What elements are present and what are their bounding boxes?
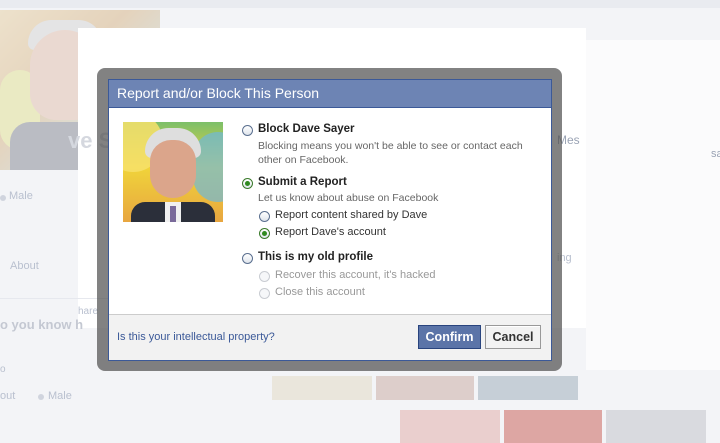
thumbnail: [606, 410, 706, 443]
background-small-o: o: [0, 364, 6, 375]
background-right-column: [586, 40, 720, 370]
option-old-profile-label[interactable]: This is my old profile: [258, 251, 373, 263]
dialog-body: Block Dave Sayer Blocking means you won'…: [109, 108, 551, 315]
suboption-recover-account-label: Recover this account, it's hacked: [275, 269, 436, 281]
option-submit-report-description: Let us know about abuse on Facebook: [258, 192, 439, 204]
option-block-description: Blocking means you won't be able to see …: [258, 140, 523, 166]
suboption-report-content-label[interactable]: Report content shared by Dave: [275, 209, 427, 221]
male-icon: [38, 394, 44, 400]
background-about-link: About: [10, 260, 39, 272]
suboption-close-account-label: Close this account: [275, 286, 365, 298]
report-block-dialog: Report and/or Block This Person Block Da…: [108, 79, 552, 361]
dialog-title: Report and/or Block This Person: [109, 80, 551, 108]
option-block-label[interactable]: Block Dave Sayer: [258, 123, 355, 135]
thumbnail: [504, 410, 602, 443]
thumbnail: [272, 376, 372, 400]
intellectual-property-link[interactable]: Is this your intellectual property?: [117, 331, 275, 343]
confirm-button[interactable]: Confirm: [418, 325, 481, 349]
background-out-text: out: [0, 390, 16, 402]
radio-block[interactable]: [242, 125, 253, 136]
radio-old-profile[interactable]: [242, 253, 253, 264]
suboption-report-account-label[interactable]: Report Dave's account: [275, 226, 386, 238]
profile-photo: [123, 122, 223, 222]
background-gender: Male: [9, 190, 33, 202]
gender-icon: [0, 195, 6, 201]
cancel-button[interactable]: Cancel: [485, 325, 541, 349]
top-strip: [0, 0, 720, 8]
radio-report-account[interactable]: [259, 228, 270, 239]
thumbnail: [376, 376, 474, 400]
background-side-text: sa: [711, 148, 720, 160]
radio-recover-account: [259, 271, 270, 282]
background-male-text: Male: [48, 390, 72, 402]
radio-report-content[interactable]: [259, 211, 270, 222]
background-know-heading: o you know h: [0, 317, 84, 332]
dialog-footer: Is this your intellectual property? Conf…: [109, 314, 551, 360]
option-submit-report-label[interactable]: Submit a Report: [258, 176, 347, 188]
thumbnail: [400, 410, 500, 443]
radio-submit-report[interactable]: [242, 178, 253, 189]
thumbnail: [478, 376, 578, 400]
background-share-text: hare: [78, 306, 99, 317]
radio-close-account: [259, 288, 270, 299]
